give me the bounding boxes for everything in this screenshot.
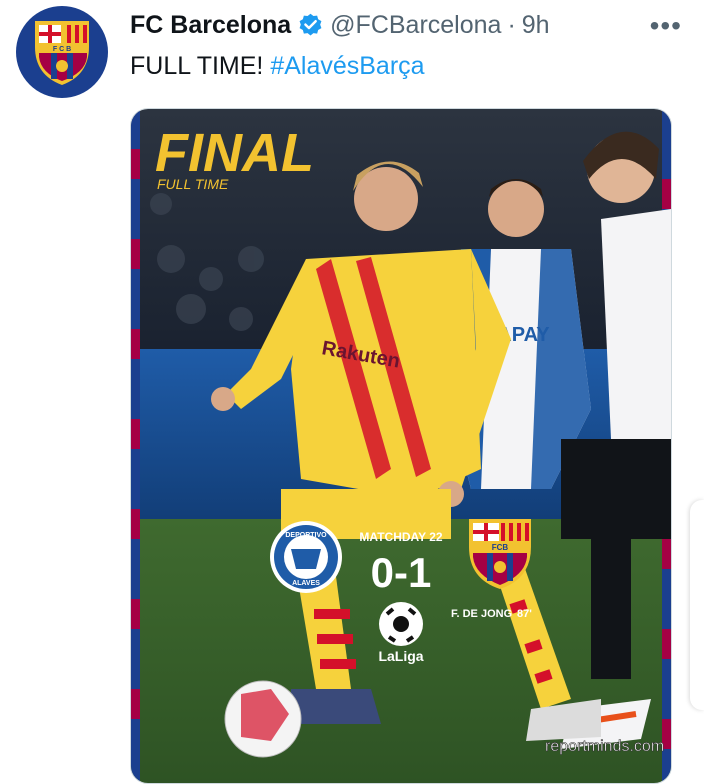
home-crest-subtext: ALAVES — [292, 580, 320, 587]
away-crest-text: FCB — [492, 543, 509, 552]
alaves-crest-icon: DEPORTIVO ALAVES — [270, 521, 342, 593]
fcb-crest-icon: F C B — [35, 21, 89, 85]
football — [224, 680, 302, 758]
left-stripe-border — [131, 109, 140, 783]
hashtag-link[interactable]: #AlavésBarça — [270, 52, 424, 80]
laliga-logo-icon — [379, 602, 423, 646]
tweet-text: FULL TIME! #AlavésBarça — [130, 52, 425, 81]
watermark-text: reportminds.com — [545, 738, 664, 755]
author-name[interactable]: FC Barcelona — [130, 11, 291, 40]
separator-dot: · — [507, 10, 516, 39]
match-graphic: ØTAPAY Rakuten FINAL FULL TIME MATCHDAY … — [131, 109, 671, 783]
laliga-label: LaLiga — [378, 648, 423, 664]
final-score: 0-1 — [371, 549, 432, 596]
more-options-icon[interactable]: ••• — [650, 10, 682, 42]
tweet-media-image[interactable]: ØTAPAY Rakuten FINAL FULL TIME MATCHDAY … — [130, 108, 672, 784]
avatar[interactable]: F C B — [16, 6, 108, 98]
tweet-body: FULL TIME! — [130, 52, 271, 80]
scorer-minute: 87' — [517, 608, 532, 620]
matchday-label: MATCHDAY 22 — [359, 530, 442, 544]
full-time-subhead: FULL TIME — [157, 176, 229, 192]
side-panel-edge — [690, 500, 704, 710]
svg-text:F C B: F C B — [53, 46, 71, 53]
timestamp[interactable]: 9h — [522, 11, 550, 40]
scorer-name: F. DE JONG — [451, 608, 512, 620]
home-crest-text: DEPORTIVO — [285, 532, 327, 539]
final-headline: FINAL — [155, 123, 314, 183]
tweet-header: FC Barcelona @FCBarcelona · 9h ••• — [130, 8, 684, 42]
verified-badge-icon — [299, 13, 322, 36]
author-handle[interactable]: @FCBarcelona — [330, 11, 501, 40]
